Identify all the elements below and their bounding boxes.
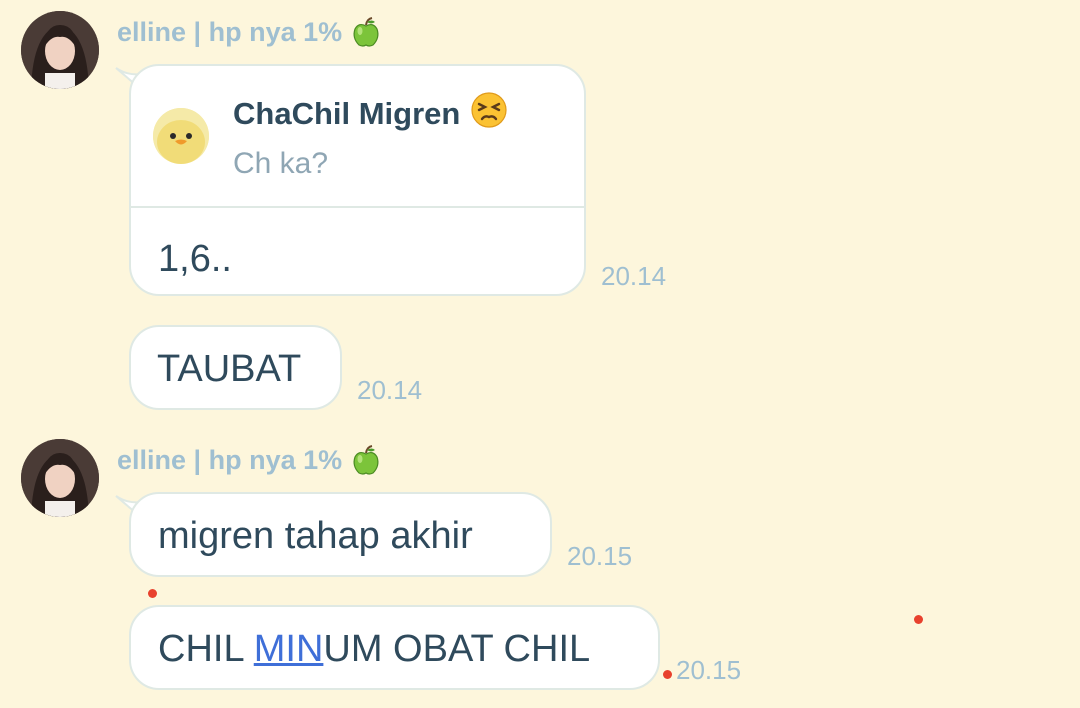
- persevering-face-icon: [470, 91, 508, 137]
- message-link[interactable]: MIN: [254, 628, 324, 670]
- message-bubble[interactable]: CHIL MINUM OBAT CHIL: [129, 605, 660, 690]
- message-bubble-reply[interactable]: ChaChil Migren Ch ka? 1,6..: [129, 64, 586, 296]
- sender-avatar[interactable]: [21, 11, 99, 89]
- red-dot: [663, 670, 672, 679]
- message-text: TAUBAT: [157, 348, 302, 390]
- red-dot: [914, 615, 923, 624]
- reply-quote[interactable]: ChaChil Migren Ch ka?: [131, 66, 584, 208]
- reply-avatar: [153, 108, 209, 164]
- sender-avatar[interactable]: [21, 439, 99, 517]
- message-text: CHIL MINUM OBAT CHIL: [131, 607, 658, 671]
- message-bubble[interactable]: migren tahap akhir: [129, 492, 552, 577]
- reply-snippet: Ch ka?: [233, 147, 329, 180]
- message-text: 1,6..: [158, 238, 232, 280]
- message-time: 20.14: [601, 261, 667, 291]
- message-text: migren tahap akhir: [158, 515, 473, 557]
- message-time: 20.14: [357, 375, 423, 405]
- message-time: 20.15: [676, 655, 742, 685]
- green-apple-icon: [350, 16, 382, 48]
- sender-name[interactable]: elline | hp nya 1%: [117, 444, 382, 476]
- reply-name: ChaChil Migren: [233, 96, 461, 131]
- text-part: CHIL: [158, 628, 254, 670]
- sender-name[interactable]: elline | hp nya 1%: [117, 16, 382, 48]
- message-time: 20.15: [567, 541, 633, 571]
- text-part: UM OBAT CHIL: [323, 628, 591, 670]
- red-dot: [148, 589, 157, 598]
- message-bubble[interactable]: TAUBAT: [129, 325, 342, 410]
- green-apple-icon: [350, 444, 382, 476]
